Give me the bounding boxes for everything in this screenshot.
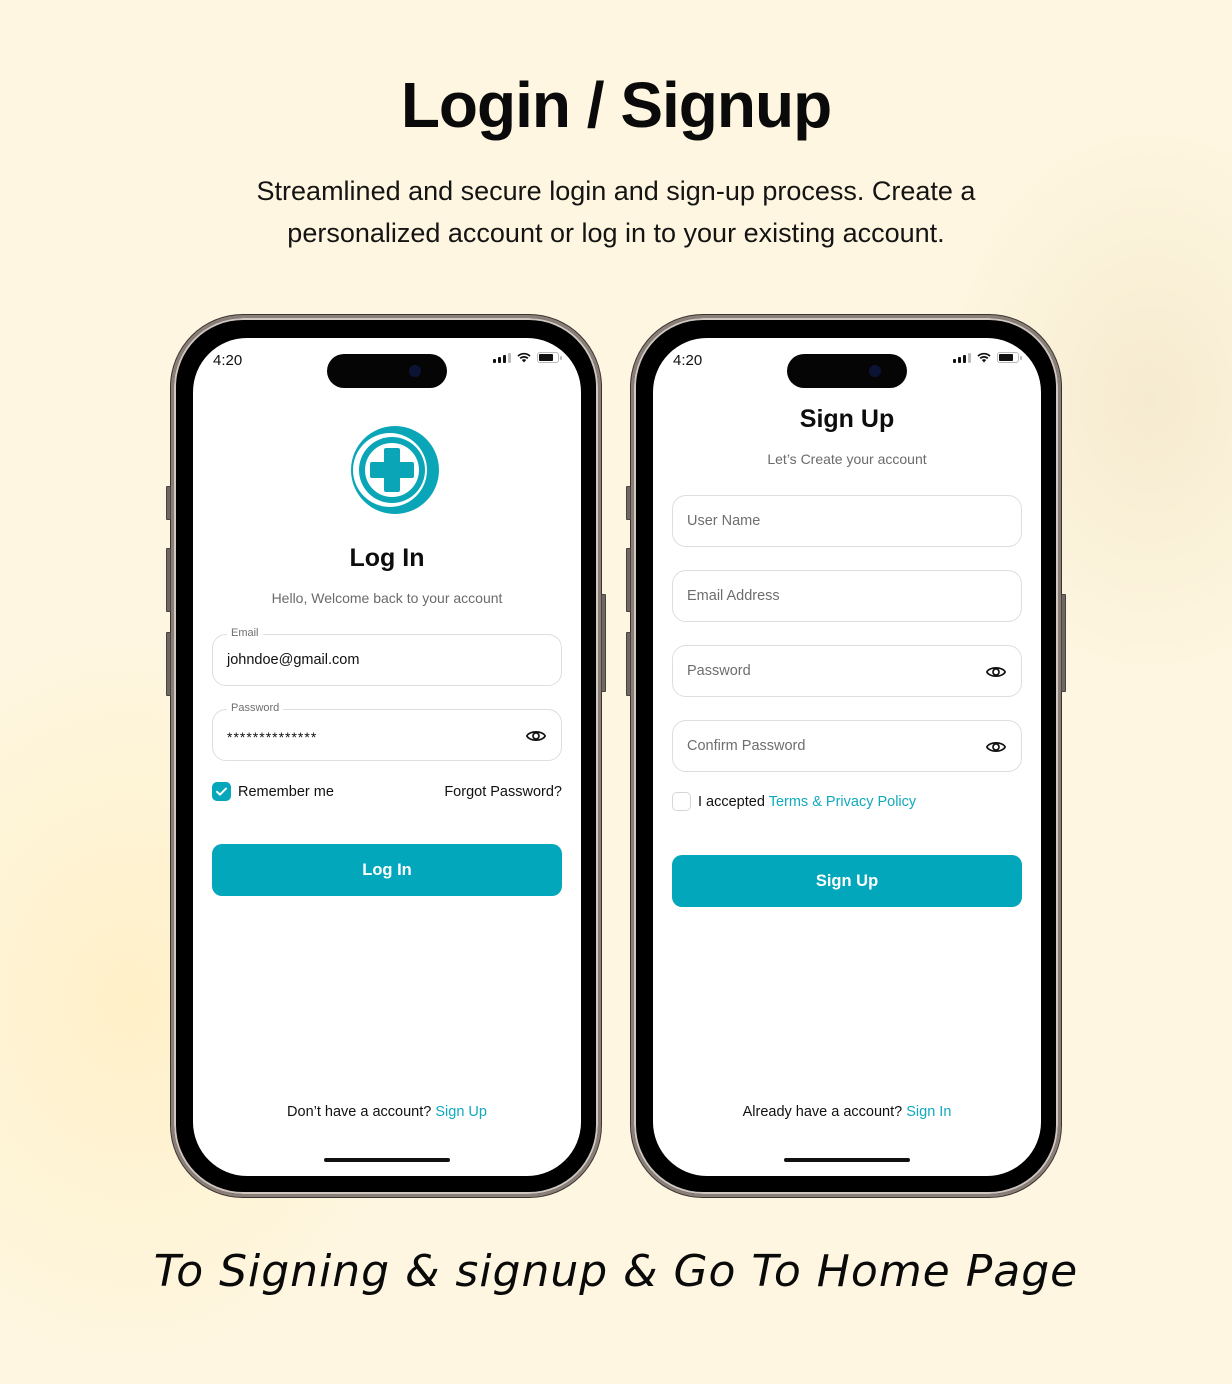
remember-me-label[interactable]: Remember me (238, 784, 334, 800)
battery-icon (537, 352, 562, 363)
status-icons (493, 352, 562, 363)
signal-icon (493, 352, 511, 363)
signup-prompt: Don’t have a account? Sign Up (193, 1104, 581, 1120)
password-label: Password (227, 702, 284, 714)
camera-icon (869, 365, 881, 377)
signup-link[interactable]: Sign Up (435, 1104, 487, 1120)
wifi-icon (977, 352, 991, 363)
signup-subtitle: Let’s Create your account (767, 451, 927, 467)
signup-button[interactable]: Sign Up (672, 855, 1022, 907)
login-title: Log In (349, 544, 425, 572)
wifi-icon (517, 352, 531, 363)
check-icon (216, 787, 227, 796)
home-indicator[interactable] (324, 1158, 450, 1162)
username-field[interactable]: User Name (672, 495, 1022, 547)
email-address-field[interactable]: Email Address (672, 570, 1022, 622)
signup-phone-mockup: 4:20 Sign Up Let’s Create your account U… (626, 315, 1066, 1197)
signup-password-placeholder[interactable]: Password (687, 663, 751, 679)
medical-cross-logo (351, 426, 439, 514)
terms-label: I accepted Terms & Privacy Policy (698, 794, 916, 810)
volume-down-button (626, 632, 631, 696)
login-screen: 4:20 Log In Hello, Welcome back to your … (193, 338, 581, 1176)
page-title: Login / Signup (400, 69, 832, 141)
forgot-password-link[interactable]: Forgot Password? (444, 784, 562, 800)
signin-prompt-text: Already have a account? (742, 1104, 903, 1120)
status-icons (953, 352, 1022, 363)
login-phone-mockup: 4:20 Log In Hello, Welcome back to your … (166, 315, 606, 1197)
remember-row: Remember me Forgot Password? (212, 782, 562, 802)
email-value[interactable]: johndoe@gmail.com (227, 652, 359, 668)
signup-prompt-text: Don’t have a account? (287, 1104, 432, 1120)
home-indicator[interactable] (784, 1158, 910, 1162)
status-time: 4:20 (213, 352, 243, 369)
camera-icon (409, 365, 421, 377)
confirm-password-placeholder[interactable]: Confirm Password (687, 738, 805, 754)
signup-title: Sign Up (799, 405, 895, 433)
signup-password-field[interactable]: Password (672, 645, 1022, 697)
eye-icon[interactable] (985, 661, 1007, 683)
eye-icon[interactable] (525, 725, 547, 747)
signin-link[interactable]: Sign In (906, 1104, 951, 1120)
dynamic-island (327, 354, 447, 388)
signin-prompt: Already have a account? Sign In (653, 1104, 1041, 1120)
email-field[interactable]: Email johndoe@gmail.com (212, 627, 562, 686)
email-address-placeholder[interactable]: Email Address (687, 588, 780, 604)
power-button (601, 594, 606, 692)
volume-down-button (166, 632, 171, 696)
volume-up-button (166, 548, 171, 612)
action-button (166, 486, 171, 520)
remember-me-checkbox[interactable] (212, 782, 231, 801)
terms-prefix: I accepted (698, 794, 765, 810)
login-subtitle: Hello, Welcome back to your account (271, 590, 503, 606)
signal-icon (953, 352, 971, 363)
power-button (1061, 594, 1066, 692)
dynamic-island (787, 354, 907, 388)
eye-icon[interactable] (985, 736, 1007, 758)
login-button[interactable]: Log In (212, 844, 562, 896)
password-value[interactable]: ************** (227, 729, 317, 745)
action-button (626, 486, 631, 520)
terms-row: I accepted Terms & Privacy Policy (672, 792, 1022, 812)
password-field[interactable]: Password ************** (212, 702, 562, 761)
status-time: 4:20 (673, 352, 703, 369)
volume-up-button (626, 548, 631, 612)
email-label: Email (227, 627, 263, 639)
username-placeholder[interactable]: User Name (687, 513, 760, 529)
caption: To Signing & signup & Go To Home Page (153, 1246, 1079, 1297)
terms-checkbox[interactable] (672, 792, 691, 811)
signup-screen: 4:20 Sign Up Let’s Create your account U… (653, 338, 1041, 1176)
terms-link[interactable]: Terms & Privacy Policy (769, 794, 916, 810)
battery-icon (997, 352, 1022, 363)
confirm-password-field[interactable]: Confirm Password (672, 720, 1022, 772)
page-subtitle: Streamlined and secure login and sign-up… (256, 176, 976, 248)
